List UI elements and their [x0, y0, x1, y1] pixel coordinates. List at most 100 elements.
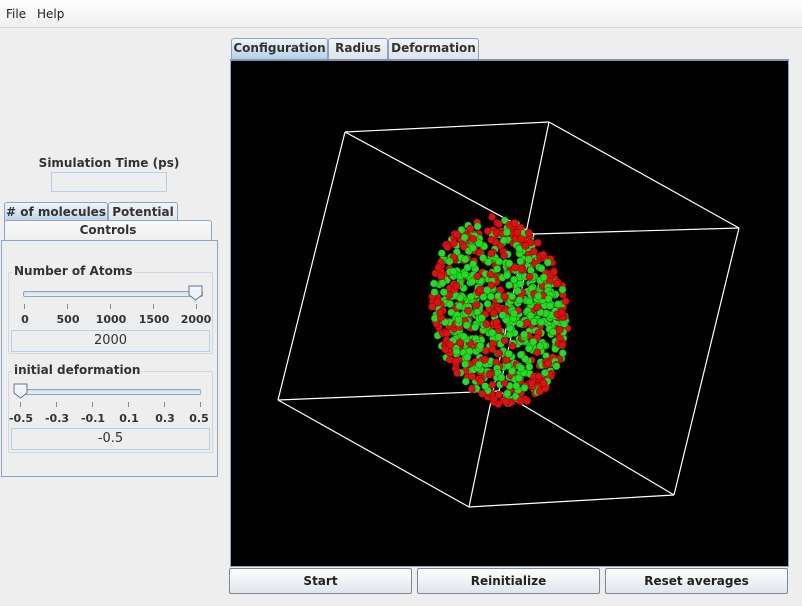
atom — [517, 350, 525, 359]
atom — [456, 294, 465, 302]
atom — [481, 382, 490, 391]
tick-label: 0 — [21, 313, 29, 326]
initial-deformation-slider-thumb[interactable] — [13, 383, 28, 399]
atom — [530, 247, 538, 256]
atom — [455, 302, 464, 310]
atom — [472, 301, 481, 310]
left-panel: Simulation Time (ps) # of molecules Pote… — [0, 28, 228, 606]
atom — [508, 292, 516, 301]
reset-averages-button[interactable]: Reset averages — [605, 568, 788, 594]
atom — [466, 224, 475, 233]
atom — [473, 272, 482, 281]
atom — [493, 265, 502, 273]
atom — [516, 257, 525, 266]
atom — [453, 369, 461, 378]
simulation-canvas[interactable] — [231, 61, 788, 567]
atom — [517, 364, 525, 373]
atom — [439, 288, 448, 297]
atom — [454, 315, 463, 324]
atom — [430, 288, 439, 296]
atom — [543, 258, 552, 267]
tick-mark — [110, 304, 111, 309]
tab-radius[interactable]: Radius — [328, 38, 388, 59]
atom — [554, 300, 562, 309]
atom — [428, 302, 437, 311]
atom — [498, 311, 507, 319]
tick-mark — [153, 304, 154, 309]
initial-deformation-field[interactable]: -0.5 — [11, 428, 210, 450]
atom — [503, 228, 511, 237]
atom — [516, 397, 525, 406]
atom — [505, 281, 513, 289]
tick-mark — [196, 304, 197, 309]
atom — [521, 241, 530, 250]
atom — [527, 379, 536, 387]
atom — [506, 324, 514, 333]
atom — [462, 321, 471, 330]
number-of-atoms-slider[interactable] — [23, 291, 203, 297]
atom — [539, 250, 548, 259]
tick-mark — [20, 402, 21, 407]
atom — [486, 270, 495, 279]
simulation-time-display — [51, 172, 167, 192]
atom — [529, 337, 538, 346]
tick-mark — [24, 304, 25, 309]
atom — [537, 318, 546, 327]
atom — [558, 285, 567, 294]
atom — [483, 227, 492, 235]
initial-deformation-slider[interactable] — [17, 389, 201, 395]
number-of-atoms-slider-thumb[interactable] — [188, 285, 203, 301]
atom — [537, 264, 546, 273]
atom — [437, 249, 446, 258]
tab-deformation[interactable]: Deformation — [388, 38, 479, 59]
atom — [471, 323, 479, 332]
menu-help[interactable]: Help — [31, 0, 70, 28]
atom — [437, 272, 445, 280]
atom — [475, 285, 484, 294]
atom — [442, 329, 451, 338]
tick-mark — [200, 402, 201, 407]
atom — [449, 267, 458, 276]
tick-label: 500 — [56, 313, 80, 326]
atom — [533, 303, 542, 311]
atom — [560, 320, 569, 328]
tick-label: 1500 — [138, 313, 170, 326]
tick-mark — [128, 402, 129, 407]
atom — [475, 239, 484, 248]
simulation-time-label: Simulation Time (ps) — [38, 156, 180, 170]
atom — [558, 349, 567, 357]
atom — [524, 228, 533, 237]
atom — [489, 309, 498, 318]
atom — [468, 385, 476, 393]
atom — [459, 332, 468, 341]
atom — [469, 235, 478, 243]
atom — [516, 279, 525, 288]
atom — [546, 301, 554, 310]
number-of-atoms-title: Number of Atoms — [12, 264, 135, 278]
tick-label: -0.5 — [8, 412, 34, 425]
atom — [502, 397, 510, 406]
start-button[interactable]: Start — [229, 568, 412, 594]
number-of-atoms-field[interactable]: 2000 — [11, 330, 210, 352]
tab-controls[interactable]: Controls — [4, 220, 212, 241]
tab-configuration[interactable]: Configuration — [231, 38, 328, 59]
atom — [486, 292, 495, 301]
atom — [434, 263, 443, 272]
atom — [497, 373, 506, 382]
menu-file[interactable]: File — [0, 0, 32, 28]
tick-label: 0.3 — [155, 412, 175, 425]
reinitialize-button[interactable]: Reinitialize — [417, 568, 600, 594]
atom — [478, 314, 486, 322]
simulation-3d-view[interactable] — [230, 59, 789, 567]
atom — [555, 326, 564, 334]
atom — [544, 294, 553, 303]
atom — [495, 257, 503, 266]
atom — [539, 273, 548, 282]
atom — [488, 328, 497, 337]
number-of-atoms-group: Number of Atoms 0 500 1000 1500 2000 200… — [8, 264, 213, 354]
atom — [487, 235, 496, 244]
atom — [478, 389, 487, 398]
atom — [510, 309, 518, 318]
atom-cloud — [428, 213, 572, 408]
atom — [430, 279, 438, 288]
